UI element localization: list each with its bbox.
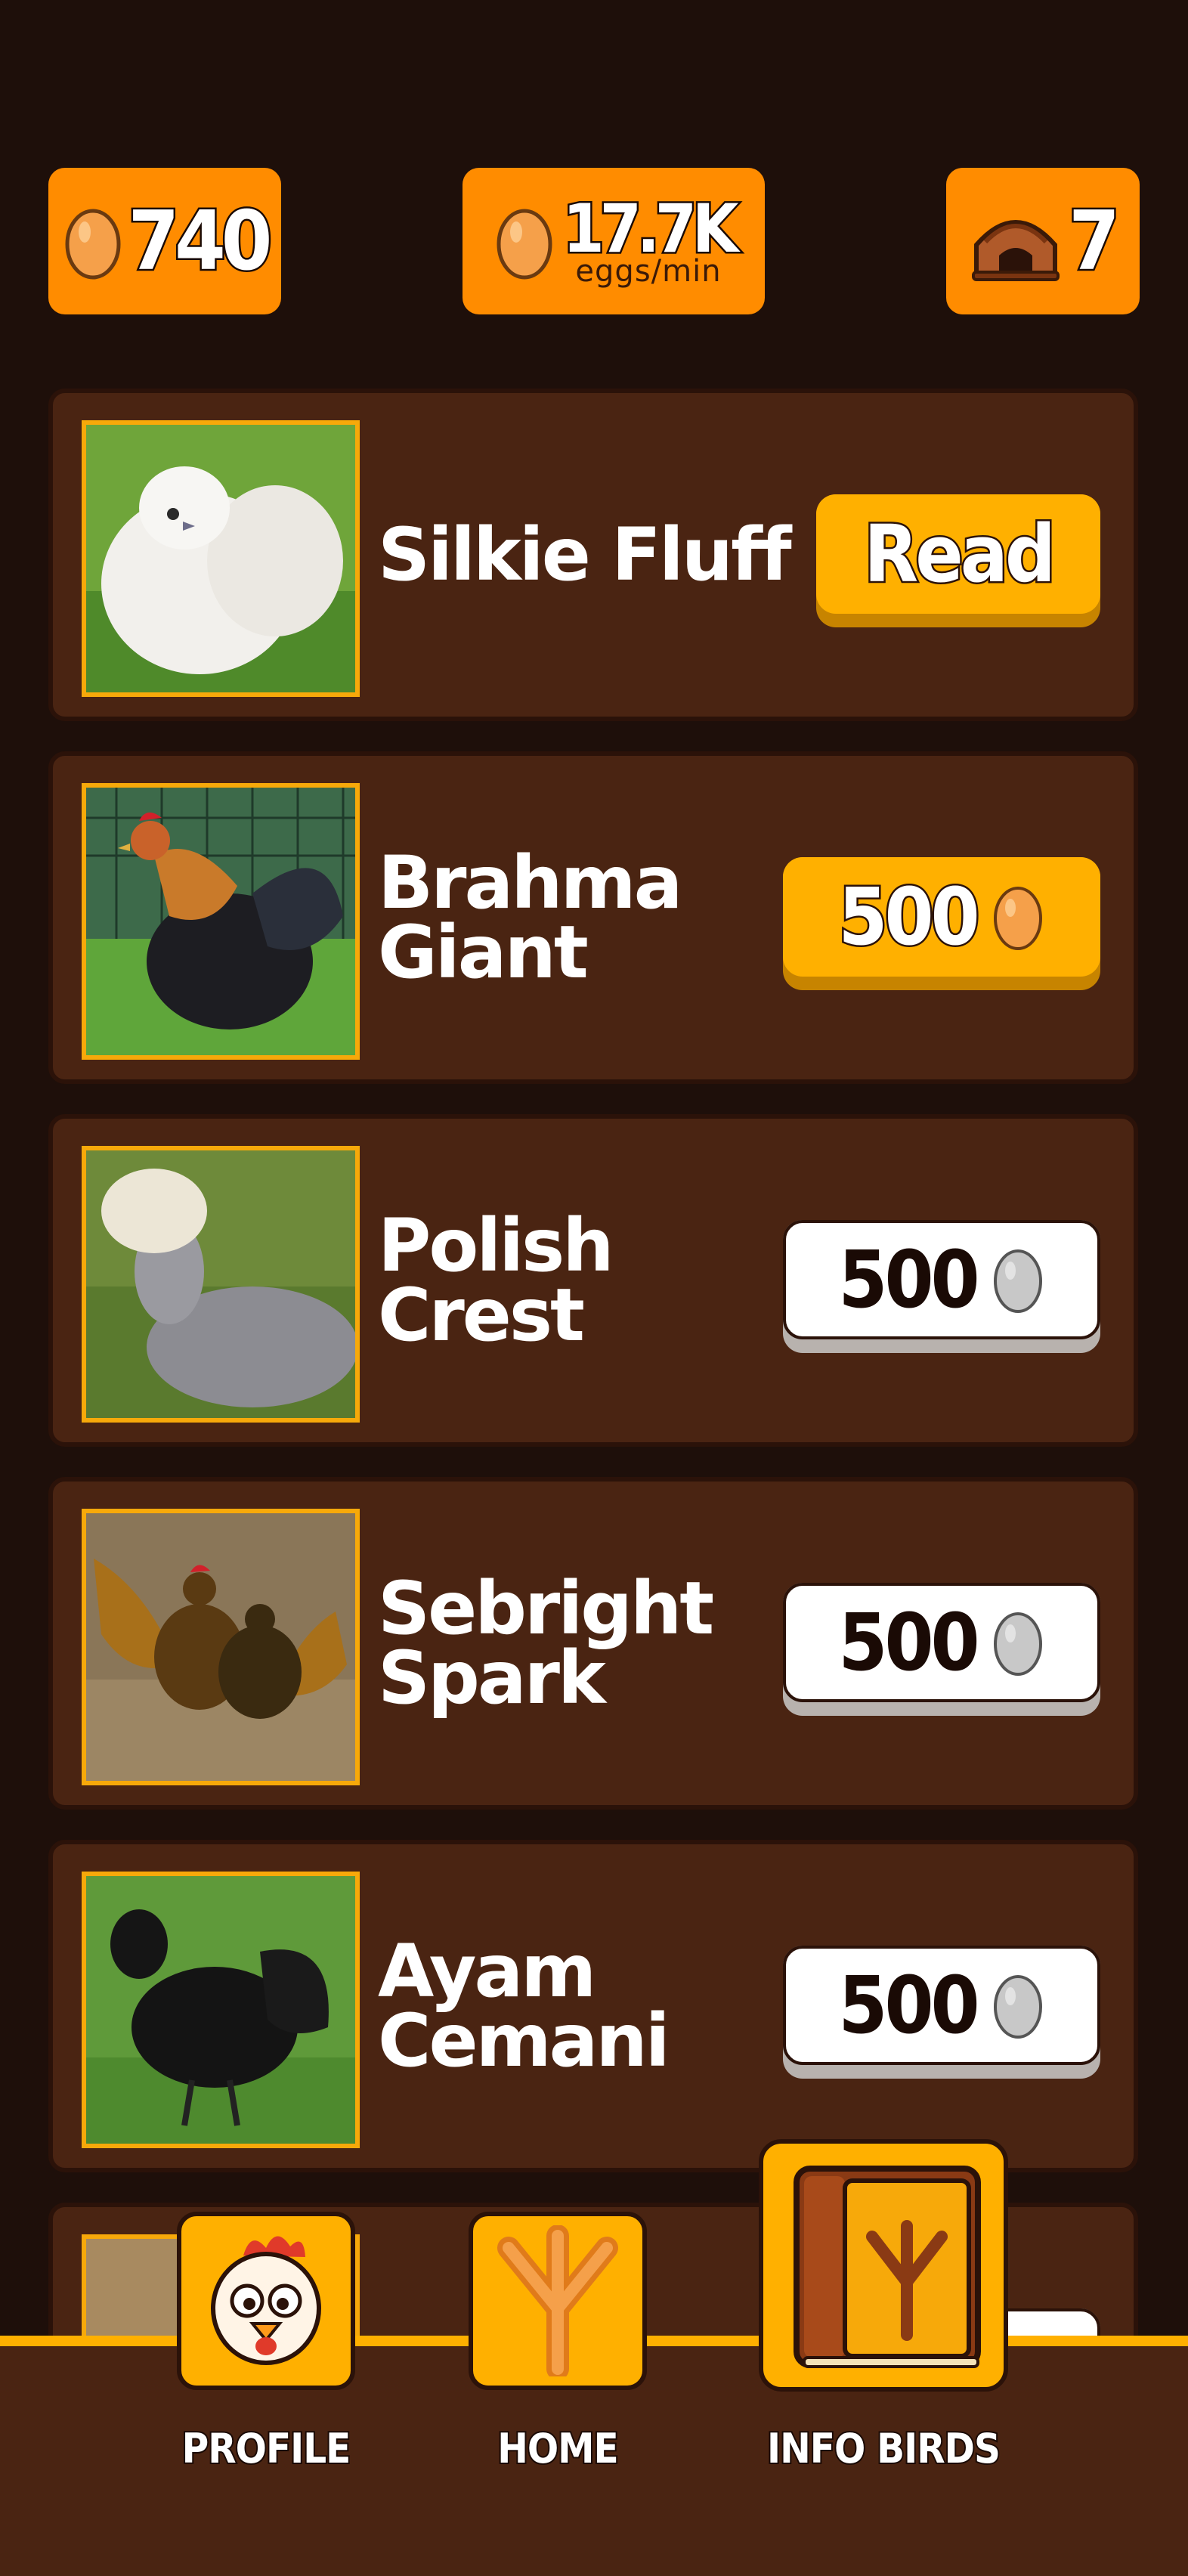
read-button-label: Read — [862, 506, 1058, 602]
egg-icon — [993, 1249, 1042, 1313]
buy-button[interactable]: 500 — [783, 1946, 1100, 2079]
egg-icon — [993, 1612, 1042, 1676]
bird-photo — [82, 1146, 360, 1423]
nav-info-birds-label: INFO BIRDS — [766, 2423, 1002, 2474]
egg-icon — [993, 887, 1042, 950]
price-label: 500 — [838, 1596, 979, 1689]
bird-name: Ayam Cemani — [378, 1929, 670, 2083]
bird-card: Sebright Spark 500 — [48, 1477, 1138, 1810]
bird-card: Brahma Giant 500 — [48, 751, 1138, 1084]
bird-card: Silkie Fluff Read — [48, 389, 1138, 721]
egg-rate-pill: 17.7K eggs/min — [463, 168, 765, 314]
bird-name: Silkie Fluff — [378, 512, 792, 597]
book-icon — [794, 2166, 981, 2368]
nav-info-birds-button[interactable] — [759, 2139, 1008, 2392]
egg-icon — [65, 209, 121, 280]
bird-name: Sebright Spark — [378, 1566, 714, 1720]
nav-profile-label: PROFILE — [181, 2423, 353, 2474]
coop-icon — [972, 220, 1060, 281]
buy-button[interactable]: 500 — [783, 1220, 1100, 1353]
read-button[interactable]: Read — [816, 494, 1100, 627]
chicken-foot-icon — [497, 2225, 618, 2376]
buy-button[interactable]: 500 — [783, 1583, 1100, 1716]
egg-icon — [497, 209, 552, 280]
egg-count: 740 — [126, 192, 274, 290]
chicken-face-icon — [211, 2236, 321, 2365]
bird-name: Polish Crest — [378, 1203, 614, 1358]
coop-count-pill: 7 — [946, 168, 1140, 314]
bird-card: Polish Crest 500 — [48, 1114, 1138, 1447]
egg-icon — [993, 1975, 1042, 2039]
bird-photo — [82, 1509, 360, 1785]
price-label: 500 — [838, 1959, 979, 2051]
nav-profile-button[interactable] — [177, 2212, 355, 2390]
bird-card: Ayam Cemani 500 — [48, 1840, 1138, 2172]
price-label: 500 — [837, 869, 982, 965]
egg-rate-unit: eggs/min — [575, 254, 722, 289]
price-label: 500 — [838, 1234, 979, 1326]
bird-photo — [82, 783, 360, 1060]
coop-count: 7 — [1067, 192, 1122, 290]
egg-rate-value: 17.7K — [561, 190, 741, 268]
bird-photo — [82, 420, 360, 697]
nav-home-label: HOME — [496, 2423, 620, 2474]
bird-photo — [82, 1872, 360, 2148]
egg-count-pill: 740 — [48, 168, 281, 314]
nav-home-button[interactable] — [469, 2212, 647, 2390]
buy-button[interactable]: 500 — [783, 857, 1100, 990]
bird-name: Brahma Giant — [378, 841, 682, 995]
